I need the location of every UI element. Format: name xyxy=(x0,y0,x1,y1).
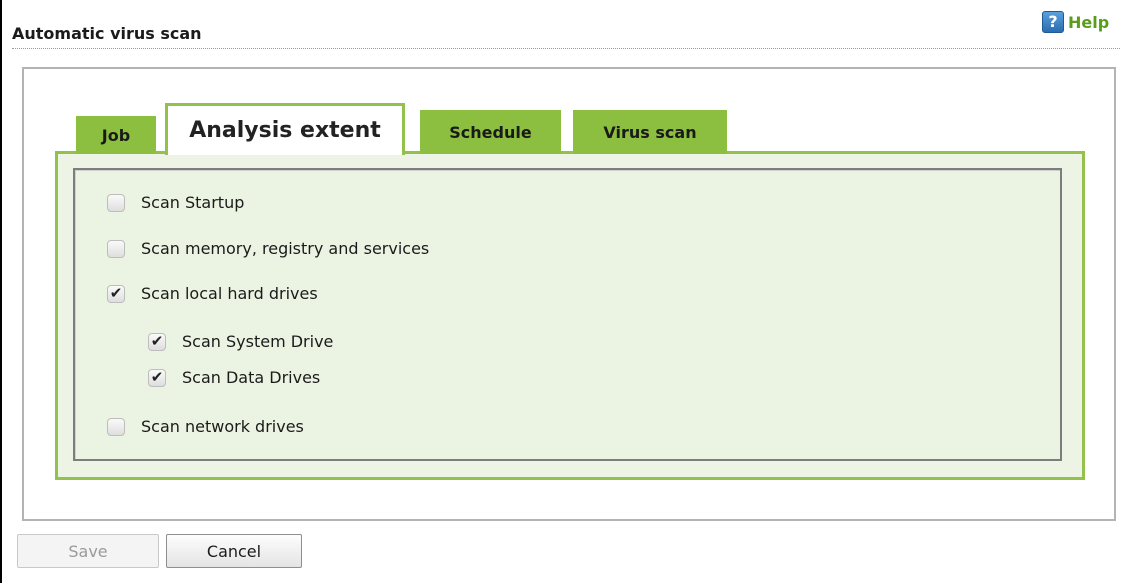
option-scan-network-drives[interactable]: Scan network drives xyxy=(107,417,304,436)
tab-analysis-extent[interactable]: Analysis extent xyxy=(165,103,405,155)
help-link[interactable]: ? Help xyxy=(1042,10,1109,34)
scan-local-drives-label: Scan local hard drives xyxy=(141,284,318,303)
scan-startup-label: Scan Startup xyxy=(141,193,245,212)
title-divider xyxy=(12,48,1120,49)
scan-network-drives-checkbox[interactable] xyxy=(107,417,125,436)
scan-data-drives-label: Scan Data Drives xyxy=(182,368,321,387)
scan-local-drives-checkbox[interactable]: ✔ xyxy=(107,284,125,303)
scan-data-drives-checkbox[interactable]: ✔ xyxy=(148,368,166,387)
save-button[interactable]: Save xyxy=(17,534,159,568)
scan-network-drives-label: Scan network drives xyxy=(141,417,304,436)
active-tab-joint xyxy=(168,149,402,155)
scan-memory-checkbox[interactable] xyxy=(107,239,125,258)
tab-analysis-extent-label: Analysis extent xyxy=(189,118,381,143)
tab-virus-scan-label: Virus scan xyxy=(603,122,697,142)
option-scan-startup[interactable]: Scan Startup xyxy=(107,193,244,212)
option-scan-memory-registry-services[interactable]: Scan memory, registry and services xyxy=(107,239,429,258)
scan-memory-label: Scan memory, registry and services xyxy=(141,239,430,258)
tab-job[interactable]: Job xyxy=(76,116,156,154)
tab-job-label: Job xyxy=(101,125,131,145)
help-label: Help xyxy=(1068,12,1110,32)
page-title: Automatic virus scan xyxy=(12,24,202,43)
tab-schedule[interactable]: Schedule xyxy=(420,110,561,154)
option-scan-local-hard-drives[interactable]: ✔ Scan local hard drives xyxy=(107,284,318,303)
tab-schedule-label: Schedule xyxy=(449,122,532,142)
scan-system-drive-checkbox[interactable]: ✔ xyxy=(148,332,166,351)
option-scan-system-drive[interactable]: ✔ Scan System Drive xyxy=(148,332,333,351)
cancel-button[interactable]: Cancel xyxy=(166,534,302,568)
window-left-border xyxy=(0,0,2,583)
scan-startup-checkbox[interactable] xyxy=(107,193,125,212)
tab-virus-scan[interactable]: Virus scan xyxy=(573,110,727,154)
help-icon: ? xyxy=(1042,11,1064,33)
scan-system-drive-label: Scan System Drive xyxy=(182,332,334,351)
option-scan-data-drives[interactable]: ✔ Scan Data Drives xyxy=(148,368,320,387)
automatic-virus-scan-page: Automatic virus scan ? Help Job Analysis… xyxy=(0,0,1125,583)
